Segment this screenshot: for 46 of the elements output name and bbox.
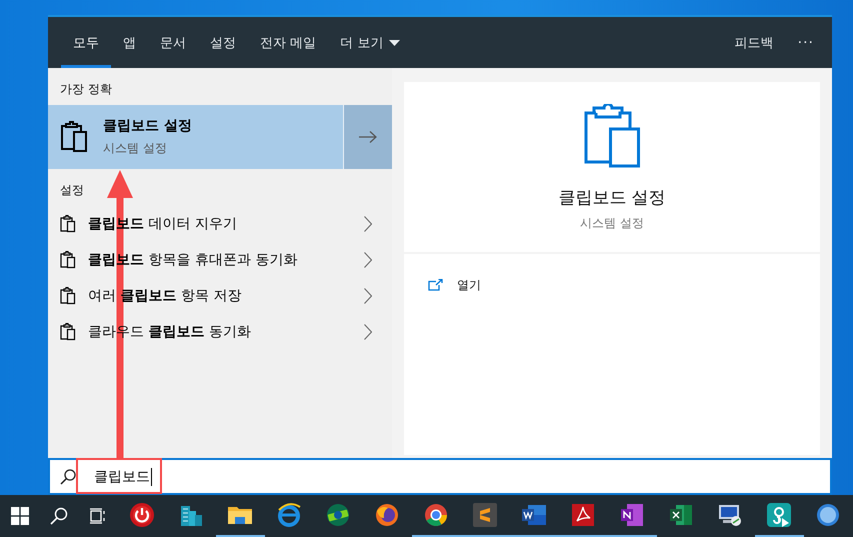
open-external-icon (428, 279, 443, 291)
feedback-button[interactable]: 피드백 (722, 17, 786, 68)
more-options-button[interactable]: ··· (786, 17, 826, 68)
clipboard-icon (584, 104, 640, 168)
result-title: 클립보드 설정 (103, 117, 192, 135)
app-icon (766, 502, 792, 528)
search-field[interactable]: 클립보드 (90, 468, 156, 486)
monitor-icon (717, 502, 744, 528)
preview-title: 클립보드 설정 (558, 187, 666, 209)
chevron-right-icon (364, 324, 372, 340)
tab[interactable]: 문서 (148, 17, 198, 68)
best-match-item[interactable]: 클립보드 설정 시스템 설정 (48, 105, 392, 169)
clipboard-icon (60, 251, 76, 269)
open-action[interactable]: 열기 (404, 274, 820, 296)
result-subtitle: 시스템 설정 (103, 140, 168, 157)
chrome-icon (423, 502, 450, 528)
windows-icon (10, 507, 29, 525)
section-heading: 설정 (59, 182, 85, 199)
caret-icon (389, 40, 400, 46)
search-icon (60, 468, 76, 484)
clipboard-icon (60, 287, 76, 305)
spreadsheet-app-icon (668, 502, 694, 528)
fox-browser-icon (374, 502, 400, 528)
document-app-icon (521, 502, 548, 528)
section-heading: 가장 정확 (59, 81, 113, 98)
clipboard-icon (60, 215, 76, 233)
browser-icon (276, 502, 302, 528)
chevron-right-icon (364, 288, 372, 304)
tab[interactable]: 앱 (111, 17, 148, 68)
search-icon (50, 507, 68, 525)
power-icon (129, 502, 156, 528)
browser-icon (325, 502, 352, 528)
circle-app-icon (815, 502, 842, 528)
tab[interactable]: 설정 (198, 17, 248, 68)
task-view-icon (89, 507, 108, 525)
editor-icon (472, 502, 498, 528)
tab[interactable]: 전자 메일 (248, 17, 328, 68)
more-tab[interactable]: 더 보기 (328, 17, 412, 68)
clipboard-icon (60, 121, 90, 153)
clipboard-icon (60, 323, 76, 341)
arrow-icon (359, 131, 377, 143)
notebook-app-icon (619, 502, 646, 528)
chevron-right-icon (364, 252, 372, 268)
pdf-icon (570, 502, 596, 528)
preview-subtitle: 시스템 설정 (580, 215, 644, 232)
chevron-right-icon (364, 216, 372, 232)
